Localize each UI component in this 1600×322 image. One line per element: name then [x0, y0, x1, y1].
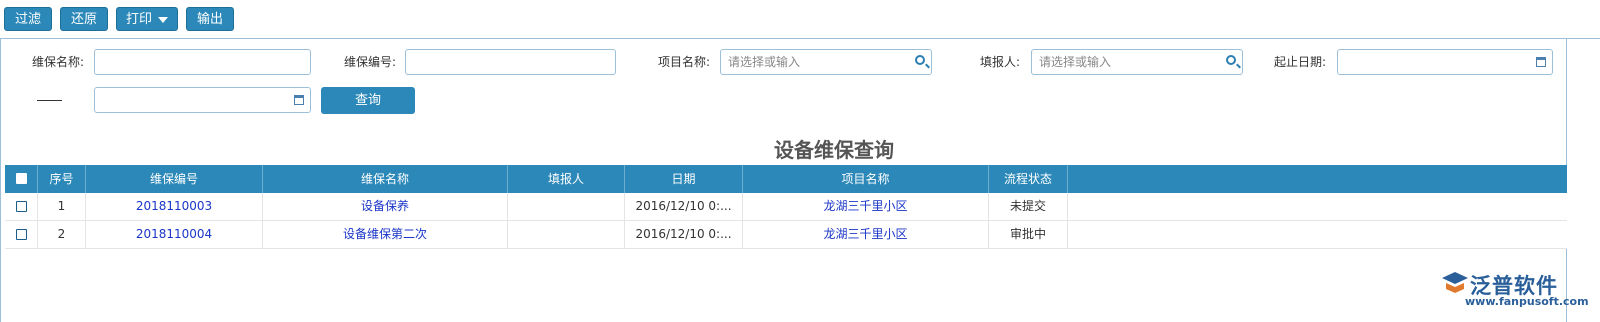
query-button[interactable]: 查询	[321, 87, 415, 114]
project-name-input[interactable]: 请选择或输入	[720, 49, 932, 75]
project-name-label: 项目名称:	[657, 55, 710, 69]
row-select-cell	[5, 221, 38, 248]
maint-no-label: 维保编号:	[343, 55, 396, 69]
logo-url: www.fanpusoft.com	[1465, 295, 1589, 308]
restore-button[interactable]: 还原	[60, 7, 108, 31]
cell-status: 审批中	[989, 221, 1068, 248]
row-select-cell	[5, 193, 38, 220]
row-checkbox[interactable]	[16, 201, 27, 212]
filter-button[interactable]: 过滤	[4, 7, 52, 31]
cell-date: 2016/12/10 0:...	[625, 221, 743, 248]
date-range-label: 起止日期:	[1273, 55, 1326, 69]
select-all-checkbox[interactable]	[16, 173, 27, 184]
maint-name-input[interactable]	[94, 49, 311, 75]
start-date-input[interactable]	[1337, 49, 1553, 75]
cell-index: 2	[38, 221, 86, 248]
header-date[interactable]: 日期	[625, 165, 743, 193]
select-all-cell	[5, 165, 38, 193]
cell-maint-no-link[interactable]: 2018110003	[86, 193, 263, 220]
caret-down-icon	[158, 16, 168, 23]
calendar-icon[interactable]	[1536, 57, 1546, 67]
header-maint-name[interactable]: 维保名称	[263, 165, 508, 193]
maint-no-input[interactable]	[405, 49, 616, 75]
cell-maint-no-link[interactable]: 2018110004	[86, 221, 263, 248]
header-status[interactable]: 流程状态	[989, 165, 1068, 193]
header-maint-no[interactable]: 维保编号	[86, 165, 263, 193]
cell-filler	[508, 193, 625, 220]
cell-maint-name-link[interactable]: 设备保养	[263, 193, 508, 220]
cell-filler	[508, 221, 625, 248]
print-button[interactable]: 打印	[116, 7, 178, 31]
cell-status: 未提交	[989, 193, 1068, 220]
cell-project-link[interactable]: 龙湖三千里小区	[743, 221, 989, 248]
fanpu-logo: 泛普软件 www.fanpusoft.com	[1438, 270, 1589, 320]
table-row[interactable]: 1 2018110003 设备保养 2016/12/10 0:... 龙湖三千里…	[5, 193, 1567, 221]
calendar-icon[interactable]	[294, 95, 304, 105]
search-icon[interactable]	[915, 55, 925, 65]
header-filler[interactable]: 填报人	[508, 165, 625, 193]
end-date-input[interactable]	[94, 87, 311, 113]
cell-project-link[interactable]: 龙湖三千里小区	[743, 193, 989, 220]
toolbar: 过滤 还原 打印 输出	[0, 0, 1600, 39]
row-checkbox[interactable]	[16, 229, 27, 240]
table-row[interactable]: 2 2018110004 设备维保第二次 2016/12/10 0:... 龙湖…	[5, 221, 1567, 249]
maint-name-label: 维保名称:	[31, 55, 84, 69]
filler-input[interactable]: 请选择或输入	[1031, 49, 1243, 75]
search-icon[interactable]	[1226, 55, 1236, 65]
filler-label: 填报人:	[979, 55, 1020, 69]
cell-maint-name-link[interactable]: 设备维保第二次	[263, 221, 508, 248]
print-button-label: 打印	[125, 12, 152, 27]
cell-date: 2016/12/10 0:...	[625, 193, 743, 220]
cell-index: 1	[38, 193, 86, 220]
fanpu-logo-icon	[1442, 272, 1468, 293]
header-project[interactable]: 项目名称	[743, 165, 989, 193]
header-index: 序号	[38, 165, 86, 193]
page-title: 设备维保查询	[774, 138, 894, 162]
table-header: 序号 维保编号 维保名称 填报人 日期 项目名称 流程状态	[5, 165, 1567, 193]
output-button[interactable]: 输出	[186, 7, 234, 31]
range-separator	[37, 100, 62, 101]
filler-placeholder: 请选择或输入	[1039, 55, 1112, 69]
panel-left-border	[0, 38, 1, 322]
project-name-placeholder: 请选择或输入	[728, 55, 801, 69]
